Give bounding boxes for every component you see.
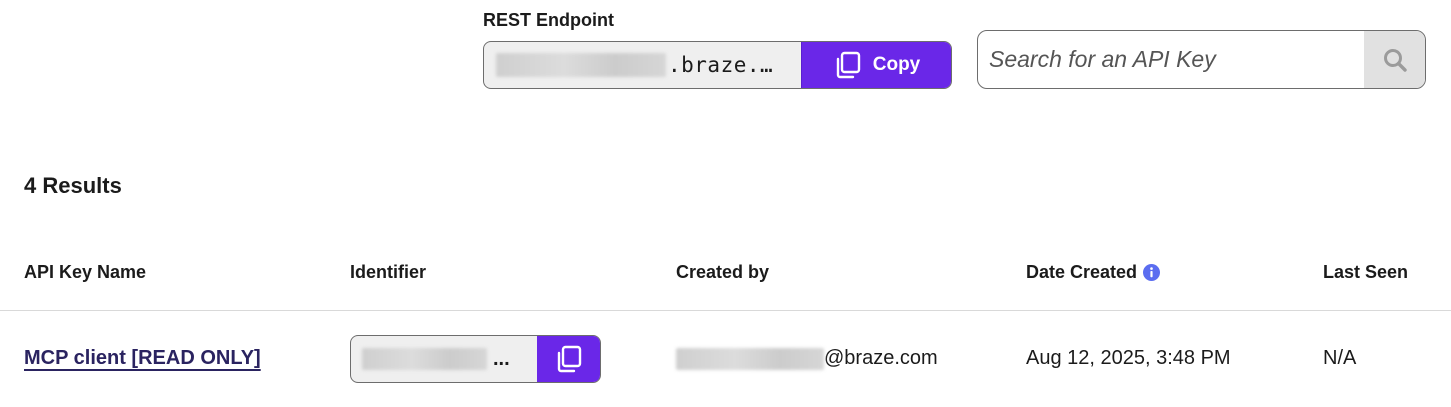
copy-endpoint-button[interactable]: Copy <box>801 42 951 88</box>
redacted-text <box>676 347 824 370</box>
column-header-last-seen: Last Seen <box>1323 262 1408 283</box>
column-header-label: Last Seen <box>1323 262 1409 282</box>
created-by-suffix: @braze.com <box>824 347 938 369</box>
identifier-value: ... <box>351 336 537 382</box>
copy-icon <box>836 51 860 79</box>
column-header-label: Identifier <box>350 262 427 282</box>
api-keys-page: REST Endpoint .braze.… Copy 4 Results AP… <box>0 0 1451 407</box>
search-button[interactable] <box>1364 31 1425 88</box>
results-count: 4 Results <box>24 173 122 198</box>
copy-identifier-button[interactable] <box>537 336 600 382</box>
search-icon <box>1383 48 1407 72</box>
identifier-field: ... <box>350 335 601 383</box>
api-key-search <box>977 30 1426 89</box>
identifier-suffix: ... <box>493 347 510 370</box>
copy-icon <box>557 345 581 373</box>
column-header-label: API Key Name <box>24 262 147 282</box>
api-key-name-link[interactable]: MCP client [READ ONLY] <box>24 347 261 370</box>
date-created-cell: Aug 12, 2025, 3:48 PM <box>1026 347 1231 369</box>
search-input[interactable] <box>978 31 1364 88</box>
column-header-identifier: Identifier <box>350 262 426 283</box>
column-header-api-key-name: API Key Name <box>24 262 146 283</box>
column-header-date-created: Date Created <box>1026 262 1161 283</box>
last-seen-cell: N/A <box>1323 347 1357 369</box>
column-header-label: Created by <box>676 262 770 282</box>
info-icon[interactable] <box>1143 264 1161 281</box>
column-header-label: Date Created <box>1026 262 1138 282</box>
column-header-created-by: Created by <box>676 262 769 283</box>
rest-endpoint-label: REST Endpoint <box>483 10 614 30</box>
redacted-text <box>496 53 666 77</box>
copy-button-label: Copy <box>872 54 921 75</box>
table-divider <box>0 310 1451 311</box>
created-by-cell: @braze.com <box>676 347 938 370</box>
redacted-text <box>362 348 487 370</box>
rest-endpoint-value: .braze.… <box>484 42 801 88</box>
rest-endpoint-field: .braze.… Copy <box>483 41 952 89</box>
rest-endpoint-suffix: .braze.… <box>668 53 774 77</box>
